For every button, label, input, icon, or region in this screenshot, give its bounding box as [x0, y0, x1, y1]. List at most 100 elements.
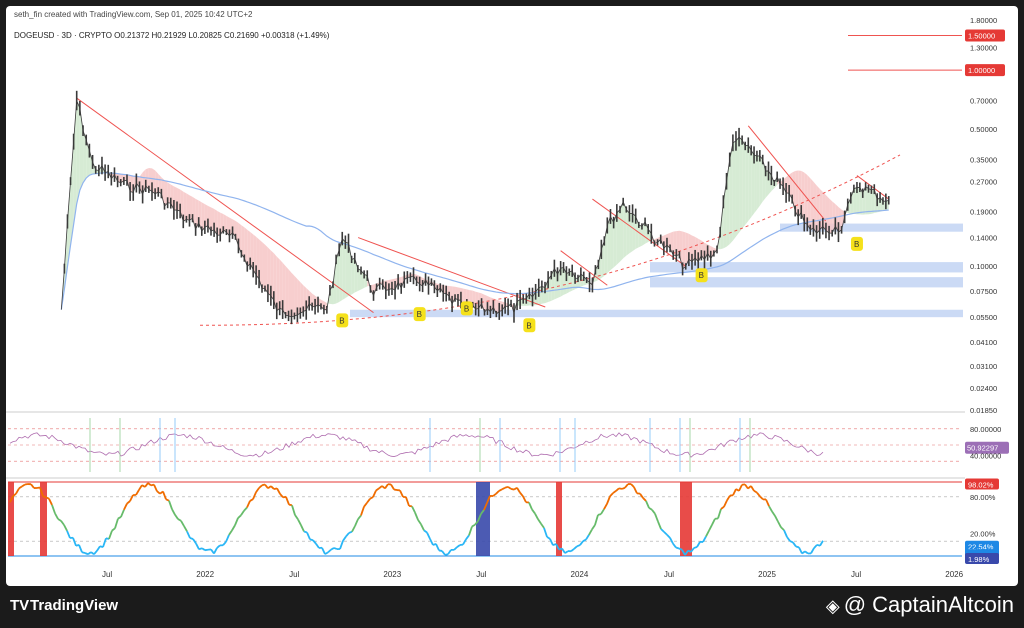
time-tick: 2025: [758, 570, 776, 579]
stoch-line-segment: [753, 490, 758, 494]
price-tick: 0.04100: [970, 338, 997, 347]
stoch-line-segment: [288, 503, 293, 507]
stoch-line-segment: [312, 539, 317, 545]
price-tick: 0.02400: [970, 384, 997, 393]
stoch-line-segment: [588, 528, 593, 536]
ma-cloud-segment: [754, 154, 757, 214]
resistance-trendline: [76, 97, 374, 314]
stoch-line-segment: [393, 488, 398, 491]
stoch-line-segment: [666, 534, 671, 539]
stoch-line-segment: [783, 529, 788, 538]
tradingview-label: TradingView: [30, 597, 119, 614]
stoch-line-segment: [51, 504, 56, 514]
buy-signal-label: B: [526, 321, 531, 330]
stoch-line-segment: [504, 485, 509, 489]
stoch-line-segment: [114, 518, 119, 529]
stoch-line-segment: [237, 514, 242, 519]
stoch-line-segment: [60, 520, 65, 526]
buy-signal-label: B: [339, 316, 344, 325]
stoch-line-segment: [804, 550, 809, 555]
time-tick: Jul: [289, 570, 299, 579]
stoch-line-segment: [405, 496, 410, 507]
stoch-line-segment: [810, 547, 815, 554]
stoch-line-segment: [495, 490, 500, 495]
buy-signal-label: B: [417, 310, 422, 319]
stoch-line-segment: [663, 531, 668, 536]
stoch-line-segment: [429, 538, 434, 546]
stoch-line-segment: [519, 492, 524, 497]
stoch-line-segment: [414, 512, 419, 521]
buy-signal-label: B: [464, 304, 469, 313]
stoch-line-segment: [57, 518, 62, 522]
price-tick: 0.05500: [970, 313, 997, 322]
stoch-line-segment: [162, 491, 167, 500]
stoch-line-segment: [468, 526, 473, 536]
stoch-line-segment: [81, 551, 86, 554]
stoch-line-segment: [576, 544, 581, 548]
stoch-line-segment: [330, 547, 335, 551]
stoch-line-segment: [309, 538, 314, 542]
price-chart-svg[interactable]: B B B B B B 1.80000 1.30000 0.70000 0.50000 0.350…: [0, 0, 1024, 586]
stoch-line-segment: [534, 513, 539, 520]
stoch-line-segment: [201, 547, 206, 551]
stoch-line-segment: [717, 508, 722, 519]
stoch-line-segment: [510, 488, 515, 491]
stoch-line-segment: [264, 483, 269, 489]
stoch-line-segment: [360, 506, 365, 516]
stoch-line-segment: [192, 538, 197, 544]
stoch-line-segment: [189, 537, 194, 540]
stoch-line-segment: [363, 502, 368, 508]
stoch-line-segment: [711, 518, 716, 526]
stoch-line-segment: [66, 530, 71, 539]
stoch-line-segment: [120, 509, 125, 518]
stoch-line-segment: [621, 486, 626, 490]
stoch-line-segment: [507, 486, 512, 490]
stoch-line-segment: [630, 483, 635, 488]
stoch-line-segment: [198, 547, 203, 551]
price-tags: 1.50000 1.00000: [848, 29, 1005, 77]
stoch-line-segment: [126, 500, 131, 505]
stoch-line-segment: [765, 499, 770, 507]
stoch-line-segment: [54, 512, 59, 520]
stoch-line-segment: [759, 495, 764, 500]
stoch-line-segment: [375, 487, 380, 492]
stoch-line-segment: [672, 543, 677, 549]
stoch-line-segment: [111, 527, 116, 532]
stoch-line-segment: [426, 532, 431, 540]
stoch-line-segment: [789, 540, 794, 544]
stoch-line-segment: [819, 540, 824, 547]
time-tick: Jul: [664, 570, 674, 579]
time-tick: 2024: [571, 570, 589, 579]
brand-label: @ CaptainAltcoin: [843, 592, 1014, 617]
stoch-line-segment: [447, 549, 452, 555]
tradingview-logo: TVTradingView: [10, 597, 118, 614]
stoch-line-segment: [813, 544, 818, 549]
stoch-line-segment: [384, 483, 389, 489]
stoch-line-segment: [186, 530, 191, 539]
stoch-line-segment: [756, 492, 761, 498]
stoch-line-segment: [465, 534, 470, 540]
tradingview-icon: TV: [10, 597, 30, 614]
stoch-line-segment: [654, 513, 659, 522]
stoch-line-segment: [294, 514, 299, 520]
stoch-tag-high: 98.02%: [968, 480, 994, 489]
stoch-line-segment: [624, 483, 629, 489]
ma-cloud-segment: [739, 137, 743, 233]
stoch-extreme-band: [8, 482, 14, 556]
stoch-tick-80: 80.00%: [970, 493, 996, 502]
stoch-line-segment: [366, 498, 371, 504]
stoch-line-segment: [306, 532, 311, 540]
stoch-line-segment: [768, 505, 773, 512]
price-tick: 0.27000: [970, 178, 997, 187]
stoch-line-segment: [48, 498, 53, 506]
stoch-line-segment: [183, 525, 188, 532]
stochastic-rsi-pane: 98.02%80.00%20.00%22.54%12.30%1.98%: [8, 478, 999, 564]
price-tick: 0.10000: [970, 262, 997, 271]
time-tick: 2023: [383, 570, 401, 579]
stoch-line-segment: [600, 508, 605, 515]
ma-cloud-segment: [732, 140, 736, 241]
stoch-line-segment: [549, 538, 554, 546]
stoch-line-segment: [498, 488, 503, 492]
stoch-line-segment: [156, 490, 161, 495]
stoch-line-segment: [420, 523, 425, 531]
